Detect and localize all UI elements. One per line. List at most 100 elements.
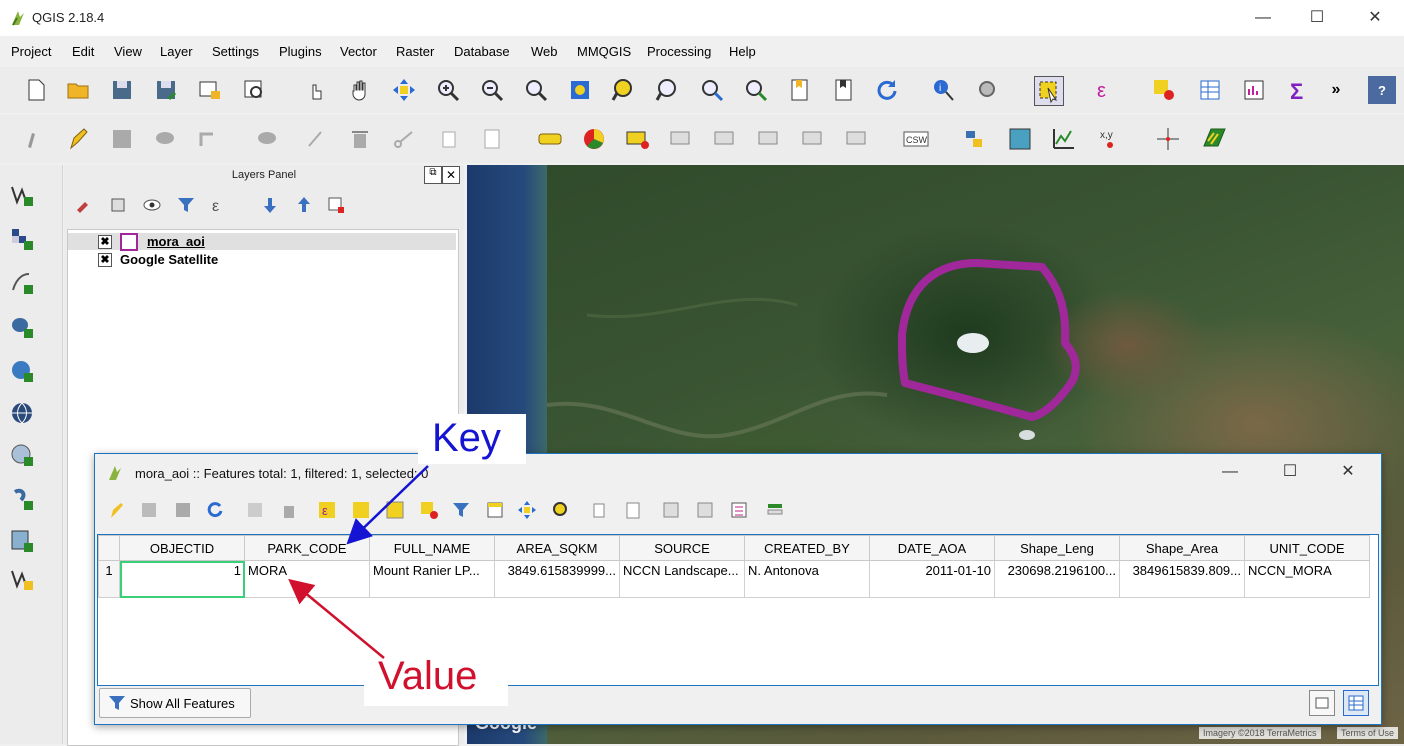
- layer-row-mora-aoi[interactable]: ✖ mora_aoi: [68, 233, 456, 251]
- table-cell[interactable]: 1: [119, 560, 245, 598]
- table-cell[interactable]: NCCN_MORA: [1244, 560, 1370, 598]
- zoom-to-selected-icon[interactable]: [551, 500, 571, 523]
- column-header[interactable]: OBJECTID: [119, 535, 245, 561]
- rotate-label-icon[interactable]: [800, 125, 828, 153]
- add-wcs-layer-icon[interactable]: [8, 399, 36, 427]
- visibility-eye-icon[interactable]: [142, 195, 162, 218]
- menu-project[interactable]: Project: [11, 44, 51, 59]
- delete-field-icon[interactable]: [695, 500, 715, 523]
- select-by-expression-icon[interactable]: ε: [1092, 76, 1120, 104]
- add-feature-icon[interactable]: [152, 125, 180, 153]
- close-panel-icon[interactable]: ✕: [442, 166, 460, 184]
- remove-layer-icon[interactable]: [326, 195, 346, 218]
- select-features-icon[interactable]: [1034, 76, 1064, 106]
- table-view-button[interactable]: [1343, 690, 1369, 716]
- expand-all-icon[interactable]: [260, 195, 280, 218]
- pan-to-selected-icon[interactable]: [517, 500, 537, 523]
- delete-feature-icon[interactable]: [279, 500, 299, 523]
- menu-help[interactable]: Help: [729, 44, 756, 59]
- table-cell[interactable]: 230698.2196100...: [994, 560, 1120, 598]
- add-wfs-layer-icon[interactable]: [8, 441, 36, 469]
- menu-raster[interactable]: Raster: [396, 44, 434, 59]
- toggle-edit-icon[interactable]: [107, 500, 127, 523]
- layer-row-google-satellite[interactable]: ✖ Google Satellite: [68, 251, 456, 268]
- change-label-icon[interactable]: [844, 125, 872, 153]
- row-number[interactable]: 1: [98, 560, 120, 598]
- corner-header[interactable]: [98, 535, 120, 561]
- move-selection-top-icon[interactable]: [485, 500, 505, 523]
- dialog-minimize-button[interactable]: —: [1207, 460, 1253, 484]
- layer-visibility-checkbox[interactable]: ✖: [98, 235, 112, 249]
- show-bookmarks-icon[interactable]: [830, 76, 858, 104]
- paste-features-icon[interactable]: [623, 500, 643, 523]
- add-mssql-layer-icon[interactable]: [8, 527, 36, 555]
- georeferencer-icon[interactable]: [1006, 125, 1034, 153]
- column-header[interactable]: UNIT_CODE: [1244, 535, 1370, 561]
- zoom-out-icon[interactable]: [478, 76, 506, 104]
- dialog-maximize-button[interactable]: ☐: [1267, 460, 1313, 484]
- toggle-editing-icon[interactable]: [64, 125, 92, 153]
- add-delimited-text-icon[interactable]: [8, 269, 36, 297]
- collapse-all-icon[interactable]: [294, 195, 314, 218]
- add-spatialite-layer-icon[interactable]: [8, 485, 36, 513]
- add-wms-layer-icon[interactable]: [8, 357, 36, 385]
- copy-rows-icon[interactable]: [589, 500, 609, 523]
- invert-selection-icon[interactable]: [385, 500, 405, 523]
- identify-features-icon[interactable]: i: [930, 76, 958, 104]
- menu-mmqgis[interactable]: MMQGIS: [577, 44, 631, 59]
- new-field-icon[interactable]: [661, 500, 681, 523]
- touch-zoom-icon[interactable]: [302, 76, 330, 104]
- whats-this-button[interactable]: ?: [1368, 76, 1396, 104]
- csw-icon[interactable]: CSW: [902, 125, 930, 153]
- table-cell[interactable]: 2011-01-10: [869, 560, 995, 598]
- layer-styling-icon[interactable]: [74, 195, 94, 218]
- move-feature-icon[interactable]: [196, 125, 224, 153]
- new-shapefile-icon[interactable]: [8, 565, 36, 593]
- close-button[interactable]: ✕: [1352, 6, 1398, 30]
- column-header[interactable]: Shape_Leng: [994, 535, 1120, 561]
- table-row[interactable]: 1 1 MORA Mount Ranier LP... 3849.6158399…: [98, 560, 1370, 598]
- diagram-icon[interactable]: [580, 125, 608, 153]
- xy-tool-icon[interactable]: x,y: [1096, 125, 1124, 153]
- multi-edit-icon[interactable]: [139, 500, 159, 523]
- add-feature-icon[interactable]: [245, 500, 265, 523]
- column-header[interactable]: DATE_AOA: [869, 535, 995, 561]
- form-view-button[interactable]: [1309, 690, 1335, 716]
- copy-icon[interactable]: [434, 125, 462, 153]
- current-edits-icon[interactable]: [22, 125, 50, 153]
- menu-database[interactable]: Database: [454, 44, 510, 59]
- new-bookmark-icon[interactable]: [786, 76, 814, 104]
- label-tool-icon[interactable]: [536, 125, 564, 153]
- zoom-to-layer-icon[interactable]: [654, 76, 682, 104]
- show-all-features-button[interactable]: Show All Features: [99, 688, 251, 718]
- table-cell[interactable]: NCCN Landscape...: [619, 560, 745, 598]
- save-as-icon[interactable]: [152, 76, 180, 104]
- pin-labels-icon[interactable]: [624, 125, 652, 153]
- table-cell[interactable]: MORA: [244, 560, 370, 598]
- float-panel-icon[interactable]: ⧉: [424, 166, 442, 184]
- zoom-full-icon[interactable]: [566, 76, 594, 104]
- menu-view[interactable]: View: [114, 44, 142, 59]
- delete-selected-icon[interactable]: [302, 125, 330, 153]
- move-label-icon[interactable]: [756, 125, 784, 153]
- run-feature-action-icon[interactable]: [974, 76, 1002, 104]
- add-vector-layer-icon[interactable]: [8, 181, 36, 209]
- column-header[interactable]: CREATED_BY: [744, 535, 870, 561]
- select-all-icon[interactable]: [351, 500, 371, 523]
- refresh-icon[interactable]: [872, 76, 900, 104]
- maximize-button[interactable]: ☐: [1294, 6, 1340, 30]
- zoom-next-icon[interactable]: [742, 76, 770, 104]
- filter-legend-icon[interactable]: [176, 195, 196, 218]
- filter-by-expression-icon[interactable]: ε: [210, 195, 230, 218]
- zoom-to-selection-icon[interactable]: [610, 76, 638, 104]
- conditional-formatting-icon[interactable]: [765, 500, 785, 523]
- field-calculator-icon[interactable]: [729, 500, 749, 523]
- deselect-features-icon[interactable]: [1150, 76, 1178, 104]
- open-project-icon[interactable]: [64, 76, 92, 104]
- save-edits-icon[interactable]: [173, 500, 193, 523]
- save-project-icon[interactable]: [108, 76, 136, 104]
- dialog-close-button[interactable]: ✕: [1325, 460, 1371, 484]
- open-attribute-table-icon[interactable]: [1196, 76, 1224, 104]
- save-edits-icon[interactable]: [108, 125, 136, 153]
- pan-to-selection-icon[interactable]: [390, 76, 418, 104]
